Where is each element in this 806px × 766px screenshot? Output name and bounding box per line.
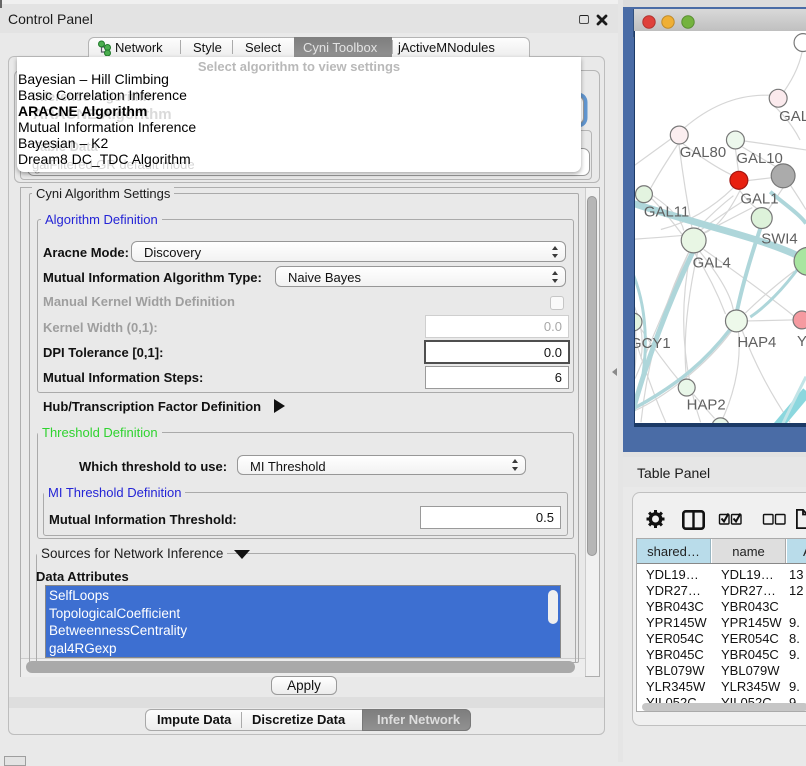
svg-text:GAL1: GAL1 <box>740 192 778 208</box>
svg-text:GCY1: GCY1 <box>634 336 671 352</box>
svg-text:SWI4: SWI4 <box>761 231 797 247</box>
svg-text:GAL7: GAL7 <box>779 109 806 125</box>
svg-text:Y: Y <box>797 334 806 350</box>
svg-text:HAP4: HAP4 <box>737 335 776 351</box>
svg-text:HAP2: HAP2 <box>687 397 726 413</box>
svg-text:GAL11: GAL11 <box>644 205 689 221</box>
svg-text:GAL80: GAL80 <box>680 145 726 161</box>
svg-text:GAL10: GAL10 <box>736 151 782 167</box>
svg-text:GAL4: GAL4 <box>693 255 731 271</box>
